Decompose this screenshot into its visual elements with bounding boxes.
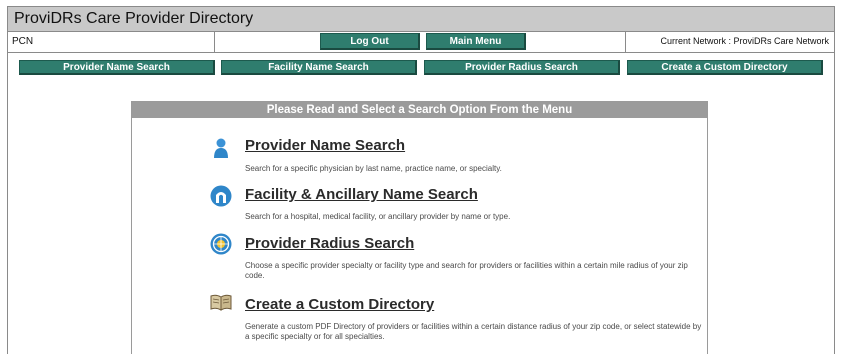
app-title: ProviDRs Care Provider Directory: [8, 7, 834, 32]
facility-ancillary-search-desc: Search for a hospital, medical facility,…: [245, 212, 511, 221]
nav-provider-radius-search-button[interactable]: Provider Radius Search: [424, 60, 620, 75]
info-row: PCN Log Out Main Menu Current Network : …: [8, 31, 834, 53]
session-actions: Log Out Main Menu: [215, 31, 626, 52]
pcn-label: PCN: [8, 31, 215, 52]
create-custom-directory-link[interactable]: Create a Custom Directory: [245, 296, 434, 313]
panel-header: Please Read and Select a Search Option F…: [132, 102, 707, 118]
create-custom-directory-desc: Generate a custom PDF Directory of provi…: [245, 322, 702, 341]
main-menu-button[interactable]: Main Menu: [426, 33, 526, 50]
nav-provider-name-search-button[interactable]: Provider Name Search: [19, 60, 215, 75]
provider-name-search-desc: Search for a specific physician by last …: [245, 164, 502, 173]
nav-facility-name-search-button[interactable]: Facility Name Search: [221, 60, 417, 75]
person-icon: [214, 138, 228, 158]
facility-ancillary-search-link[interactable]: Facility & Ancillary Name Search: [245, 186, 478, 203]
provider-radius-search-link[interactable]: Provider Radius Search: [245, 235, 414, 252]
nav-create-custom-directory-button[interactable]: Create a Custom Directory: [627, 60, 823, 75]
provider-name-search-link[interactable]: Provider Name Search: [245, 137, 405, 154]
provider-radius-search-desc: Choose a specific provider specialty or …: [245, 261, 688, 280]
current-network-label: Current Network : ProviDRs Care Network: [660, 36, 829, 46]
radius-globe-icon: [210, 233, 232, 255]
open-book-icon: [210, 294, 232, 311]
logout-button[interactable]: Log Out: [320, 33, 420, 50]
search-options-panel: Please Read and Select a Search Option F…: [131, 101, 708, 354]
facility-arch-icon: [210, 185, 232, 207]
